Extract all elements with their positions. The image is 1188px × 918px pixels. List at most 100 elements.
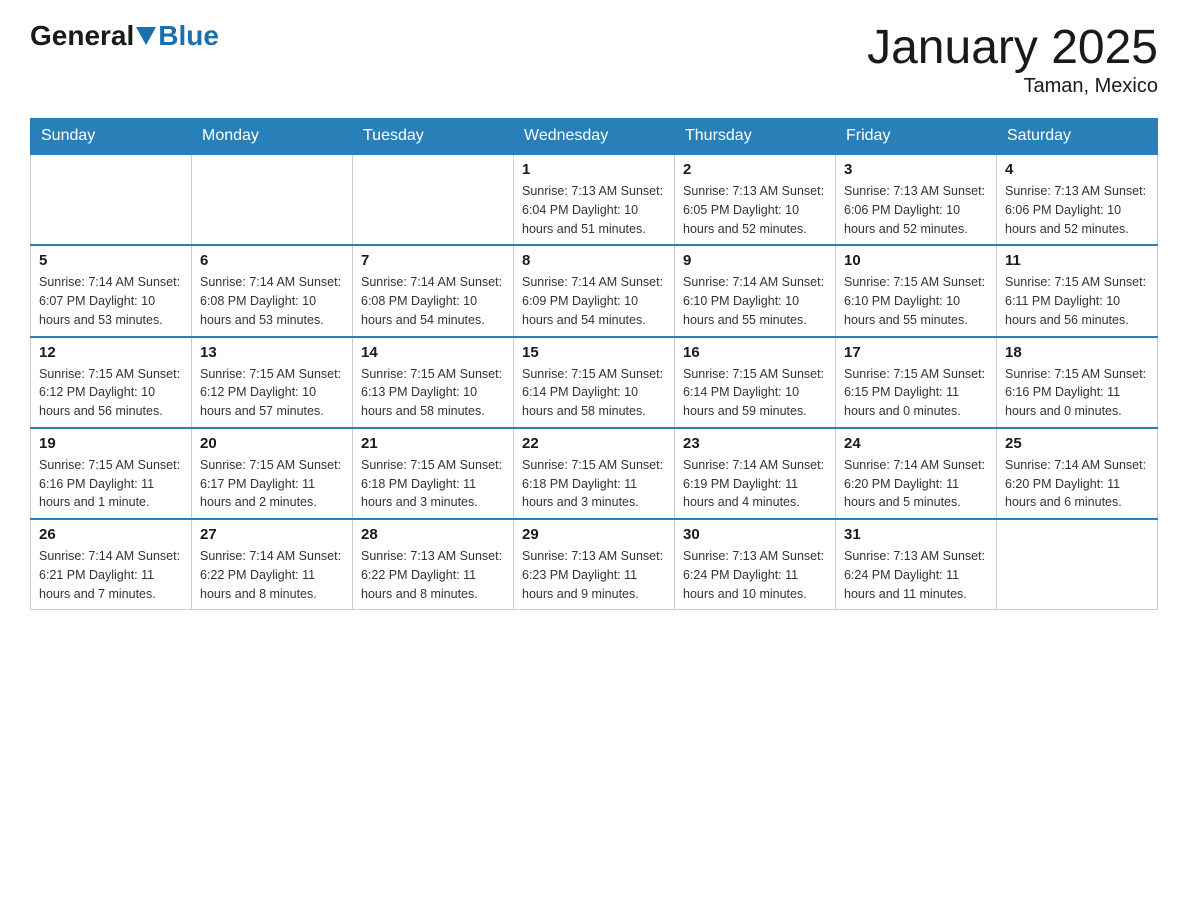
calendar-cell: 17Sunrise: 7:15 AM Sunset: 6:15 PM Dayli… bbox=[836, 337, 997, 428]
day-number: 31 bbox=[844, 526, 988, 543]
calendar-cell: 31 Sunrise: 7:13 AM Sunset: 6:24 PM Dayli… bbox=[836, 519, 997, 610]
calendar-cell: 27Sunrise: 7:14 AM Sunset: 6:22 PM Dayli… bbox=[192, 519, 353, 610]
logo-blue-text: Blue bbox=[158, 20, 219, 52]
day-number: 10 bbox=[844, 252, 988, 269]
weekday-header-friday: Friday bbox=[836, 119, 997, 155]
day-info: Sunrise: 7:13 AM Sunset: 6:06 PM Dayligh… bbox=[844, 182, 988, 238]
calendar-cell: 2Sunrise: 7:13 AM Sunset: 6:05 PM Daylig… bbox=[675, 154, 836, 245]
calendar-cell bbox=[31, 154, 192, 245]
day-number: 30 bbox=[683, 526, 827, 543]
day-info: Sunrise: 7:14 AM Sunset: 6:19 PM Dayligh… bbox=[683, 456, 827, 512]
day-number: 11 bbox=[1005, 252, 1149, 269]
day-info: Sunrise: 7:13 AM Sunset: 6:24 PM Dayligh… bbox=[844, 547, 988, 603]
calendar-week-row: 19 Sunrise: 7:15 AM Sunset: 6:16 PM Dayli… bbox=[31, 428, 1158, 519]
day-info: Sunrise: 7:14 AM Sunset: 6:20 PM Dayligh… bbox=[844, 456, 988, 512]
calendar-cell: 19 Sunrise: 7:15 AM Sunset: 6:16 PM Dayli… bbox=[31, 428, 192, 519]
day-number: 6 bbox=[200, 252, 344, 269]
day-number: 28 bbox=[361, 526, 505, 543]
title-area: January 2025 Taman, Mexico bbox=[867, 20, 1158, 98]
calendar-subtitle: Taman, Mexico bbox=[867, 75, 1158, 98]
day-info: Sunrise: 7:13 AM Sunset: 6:06 PM Dayligh… bbox=[1005, 182, 1149, 238]
day-info: Sunrise: 7:15 AM Sunset: 6:18 PM Dayligh… bbox=[522, 456, 666, 512]
calendar-week-row: 5Sunrise: 7:14 AM Sunset: 6:07 PM Daylig… bbox=[31, 245, 1158, 336]
day-number: 25 bbox=[1005, 435, 1149, 452]
day-info: Sunrise: 7:15 AM Sunset: 6:10 PM Dayligh… bbox=[844, 273, 988, 329]
day-info: Sunrise: 7:13 AM Sunset: 6:04 PM Dayligh… bbox=[522, 182, 666, 238]
day-number: 26 bbox=[39, 526, 183, 543]
calendar-cell: 25Sunrise: 7:14 AM Sunset: 6:20 PM Dayli… bbox=[997, 428, 1158, 519]
day-number: 23 bbox=[683, 435, 827, 452]
day-info: Sunrise: 7:13 AM Sunset: 6:05 PM Dayligh… bbox=[683, 182, 827, 238]
calendar-cell: 7 Sunrise: 7:14 AM Sunset: 6:08 PM Daylig… bbox=[353, 245, 514, 336]
calendar-cell: 30 Sunrise: 7:13 AM Sunset: 6:24 PM Dayli… bbox=[675, 519, 836, 610]
day-info: Sunrise: 7:14 AM Sunset: 6:22 PM Dayligh… bbox=[200, 547, 344, 603]
day-info: Sunrise: 7:15 AM Sunset: 6:13 PM Dayligh… bbox=[361, 365, 505, 421]
day-number: 17 bbox=[844, 344, 988, 361]
calendar-cell: 16 Sunrise: 7:15 AM Sunset: 6:14 PM Dayli… bbox=[675, 337, 836, 428]
calendar-cell: 23 Sunrise: 7:14 AM Sunset: 6:19 PM Dayli… bbox=[675, 428, 836, 519]
day-info: Sunrise: 7:14 AM Sunset: 6:09 PM Dayligh… bbox=[522, 273, 666, 329]
day-number: 1 bbox=[522, 161, 666, 178]
day-number: 22 bbox=[522, 435, 666, 452]
day-info: Sunrise: 7:15 AM Sunset: 6:14 PM Dayligh… bbox=[683, 365, 827, 421]
day-number: 9 bbox=[683, 252, 827, 269]
day-info: Sunrise: 7:14 AM Sunset: 6:07 PM Dayligh… bbox=[39, 273, 183, 329]
day-info: Sunrise: 7:14 AM Sunset: 6:08 PM Dayligh… bbox=[361, 273, 505, 329]
calendar-cell: 24 Sunrise: 7:14 AM Sunset: 6:20 PM Dayli… bbox=[836, 428, 997, 519]
day-info: Sunrise: 7:15 AM Sunset: 6:12 PM Dayligh… bbox=[200, 365, 344, 421]
calendar-cell: 10 Sunrise: 7:15 AM Sunset: 6:10 PM Dayli… bbox=[836, 245, 997, 336]
day-info: Sunrise: 7:14 AM Sunset: 6:08 PM Dayligh… bbox=[200, 273, 344, 329]
day-info: Sunrise: 7:13 AM Sunset: 6:24 PM Dayligh… bbox=[683, 547, 827, 603]
calendar-cell: 4 Sunrise: 7:13 AM Sunset: 6:06 PM Daylig… bbox=[997, 154, 1158, 245]
day-info: Sunrise: 7:15 AM Sunset: 6:16 PM Dayligh… bbox=[1005, 365, 1149, 421]
calendar-cell: 26Sunrise: 7:14 AM Sunset: 6:21 PM Dayli… bbox=[31, 519, 192, 610]
calendar-cell: 5Sunrise: 7:14 AM Sunset: 6:07 PM Daylig… bbox=[31, 245, 192, 336]
day-number: 24 bbox=[844, 435, 988, 452]
weekday-header-saturday: Saturday bbox=[997, 119, 1158, 155]
day-number: 21 bbox=[361, 435, 505, 452]
calendar-title: January 2025 bbox=[867, 20, 1158, 75]
page-header: General Blue January 2025 Taman, Mexico bbox=[30, 20, 1158, 98]
calendar-cell bbox=[192, 154, 353, 245]
calendar-cell: 9Sunrise: 7:14 AM Sunset: 6:10 PM Daylig… bbox=[675, 245, 836, 336]
weekday-header-row: SundayMondayTuesdayWednesdayThursdayFrid… bbox=[31, 119, 1158, 155]
calendar-cell: 28 Sunrise: 7:13 AM Sunset: 6:22 PM Dayli… bbox=[353, 519, 514, 610]
calendar-table: SundayMondayTuesdayWednesdayThursdayFrid… bbox=[30, 118, 1158, 610]
day-number: 20 bbox=[200, 435, 344, 452]
calendar-cell: 15Sunrise: 7:15 AM Sunset: 6:14 PM Dayli… bbox=[514, 337, 675, 428]
calendar-cell bbox=[997, 519, 1158, 610]
day-info: Sunrise: 7:15 AM Sunset: 6:11 PM Dayligh… bbox=[1005, 273, 1149, 329]
weekday-header-monday: Monday bbox=[192, 119, 353, 155]
calendar-cell: 1 Sunrise: 7:13 AM Sunset: 6:04 PM Daylig… bbox=[514, 154, 675, 245]
calendar-cell: 6 Sunrise: 7:14 AM Sunset: 6:08 PM Daylig… bbox=[192, 245, 353, 336]
calendar-cell: 18Sunrise: 7:15 AM Sunset: 6:16 PM Dayli… bbox=[997, 337, 1158, 428]
day-number: 16 bbox=[683, 344, 827, 361]
day-number: 19 bbox=[39, 435, 183, 452]
day-number: 12 bbox=[39, 344, 183, 361]
day-number: 29 bbox=[522, 526, 666, 543]
calendar-cell: 21Sunrise: 7:15 AM Sunset: 6:18 PM Dayli… bbox=[353, 428, 514, 519]
day-number: 14 bbox=[361, 344, 505, 361]
day-number: 8 bbox=[522, 252, 666, 269]
day-info: Sunrise: 7:15 AM Sunset: 6:16 PM Dayligh… bbox=[39, 456, 183, 512]
weekday-header-tuesday: Tuesday bbox=[353, 119, 514, 155]
calendar-cell: 8 Sunrise: 7:14 AM Sunset: 6:09 PM Daylig… bbox=[514, 245, 675, 336]
calendar-cell: 20 Sunrise: 7:15 AM Sunset: 6:17 PM Dayli… bbox=[192, 428, 353, 519]
weekday-header-thursday: Thursday bbox=[675, 119, 836, 155]
calendar-week-row: 1 Sunrise: 7:13 AM Sunset: 6:04 PM Daylig… bbox=[31, 154, 1158, 245]
calendar-cell: 14 Sunrise: 7:15 AM Sunset: 6:13 PM Dayli… bbox=[353, 337, 514, 428]
weekday-header-sunday: Sunday bbox=[31, 119, 192, 155]
logo-triangle-icon bbox=[136, 27, 156, 45]
day-number: 15 bbox=[522, 344, 666, 361]
calendar-cell: 13Sunrise: 7:15 AM Sunset: 6:12 PM Dayli… bbox=[192, 337, 353, 428]
calendar-cell: 12 Sunrise: 7:15 AM Sunset: 6:12 PM Dayli… bbox=[31, 337, 192, 428]
day-number: 4 bbox=[1005, 161, 1149, 178]
calendar-cell: 29Sunrise: 7:13 AM Sunset: 6:23 PM Dayli… bbox=[514, 519, 675, 610]
day-info: Sunrise: 7:15 AM Sunset: 6:12 PM Dayligh… bbox=[39, 365, 183, 421]
day-info: Sunrise: 7:13 AM Sunset: 6:22 PM Dayligh… bbox=[361, 547, 505, 603]
day-number: 7 bbox=[361, 252, 505, 269]
day-info: Sunrise: 7:15 AM Sunset: 6:17 PM Dayligh… bbox=[200, 456, 344, 512]
logo: General Blue bbox=[30, 20, 219, 52]
calendar-cell: 11 Sunrise: 7:15 AM Sunset: 6:11 PM Dayli… bbox=[997, 245, 1158, 336]
logo-general-text: General bbox=[30, 20, 134, 52]
